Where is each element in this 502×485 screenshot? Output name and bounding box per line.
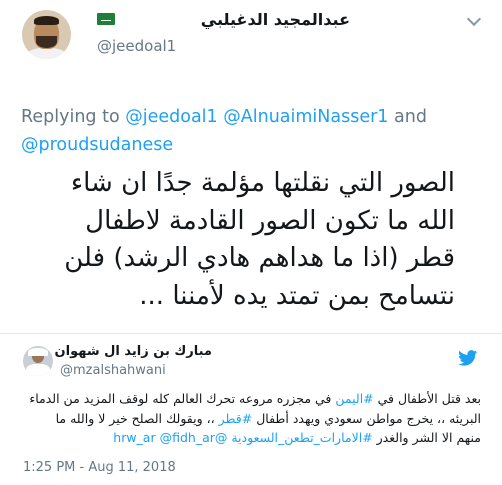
- avatar[interactable]: [22, 10, 71, 59]
- quoted-tweet[interactable]: مبارك بن زايد ال شهوان @mzalshahwani بعد…: [0, 334, 502, 485]
- text-span: البريئه ،، يخرج مواطن سعودي ويهدد أطفال: [252, 410, 481, 426]
- user-handle[interactable]: @mzalshahwani: [60, 363, 166, 378]
- display-name[interactable]: عبدالمجيد الدغيلبي: [201, 10, 350, 29]
- text-line: بعد قتل الأطفال في #اليمن في مجزره مروعه…: [23, 389, 481, 409]
- hashtag-link[interactable]: #اليمن: [335, 391, 373, 406]
- twitter-bird-icon[interactable]: [458, 350, 478, 366]
- text-span: ،، ويقولك الصلح خير لا والله ما: [55, 410, 219, 426]
- timestamp[interactable]: 1:25 PM - Aug 11, 2018: [23, 460, 176, 475]
- mention-link[interactable]: @jeedoal1: [125, 107, 217, 127]
- hashtag-link[interactable]: #قطر: [219, 411, 253, 426]
- text-span: بعد قتل الأطفال في: [373, 391, 481, 406]
- text-span: منهم الا الشر والغدر: [372, 430, 481, 445]
- quoted-tweet-text: بعد قتل الأطفال في #اليمن في مجزره مروعه…: [23, 389, 481, 448]
- replying-and: and: [394, 107, 427, 127]
- chevron-down-icon[interactable]: [466, 11, 482, 27]
- mention-link[interactable]: @fidh_ar: [160, 430, 215, 445]
- saudi-flag-icon: [97, 13, 115, 25]
- hashtag-link[interactable]: #الامارات_تطعن_السعودية: [231, 430, 372, 445]
- text-span: في مجزره مروعه تحرك العالم كله لوقف المز…: [29, 391, 336, 406]
- text-line: منهم الا الشر والغدر #الامارات_تطعن_السع…: [23, 428, 481, 448]
- mention-link[interactable]: @proudsudanese: [21, 135, 173, 155]
- main-tweet: عبدالمجيد الدغيلبي @jeedoal1 Replying to…: [0, 0, 502, 338]
- tweet-text: الصور التي نقلتها مؤلمة جدًا ان شاء الله…: [64, 168, 455, 311]
- replying-prefix: Replying to: [21, 107, 120, 127]
- avatar[interactable]: [23, 346, 53, 376]
- user-handle[interactable]: @jeedoal1: [97, 37, 176, 55]
- display-name[interactable]: مبارك بن زايد ال شهوان: [55, 344, 212, 359]
- text-line: البريئه ،، يخرج مواطن سعودي ويهدد أطفال …: [23, 409, 481, 429]
- replying-to: Replying to @jeedoal1 @AlnuaimiNasser1 a…: [21, 103, 491, 159]
- mention-link[interactable]: @AlnuaimiNasser1: [223, 107, 388, 127]
